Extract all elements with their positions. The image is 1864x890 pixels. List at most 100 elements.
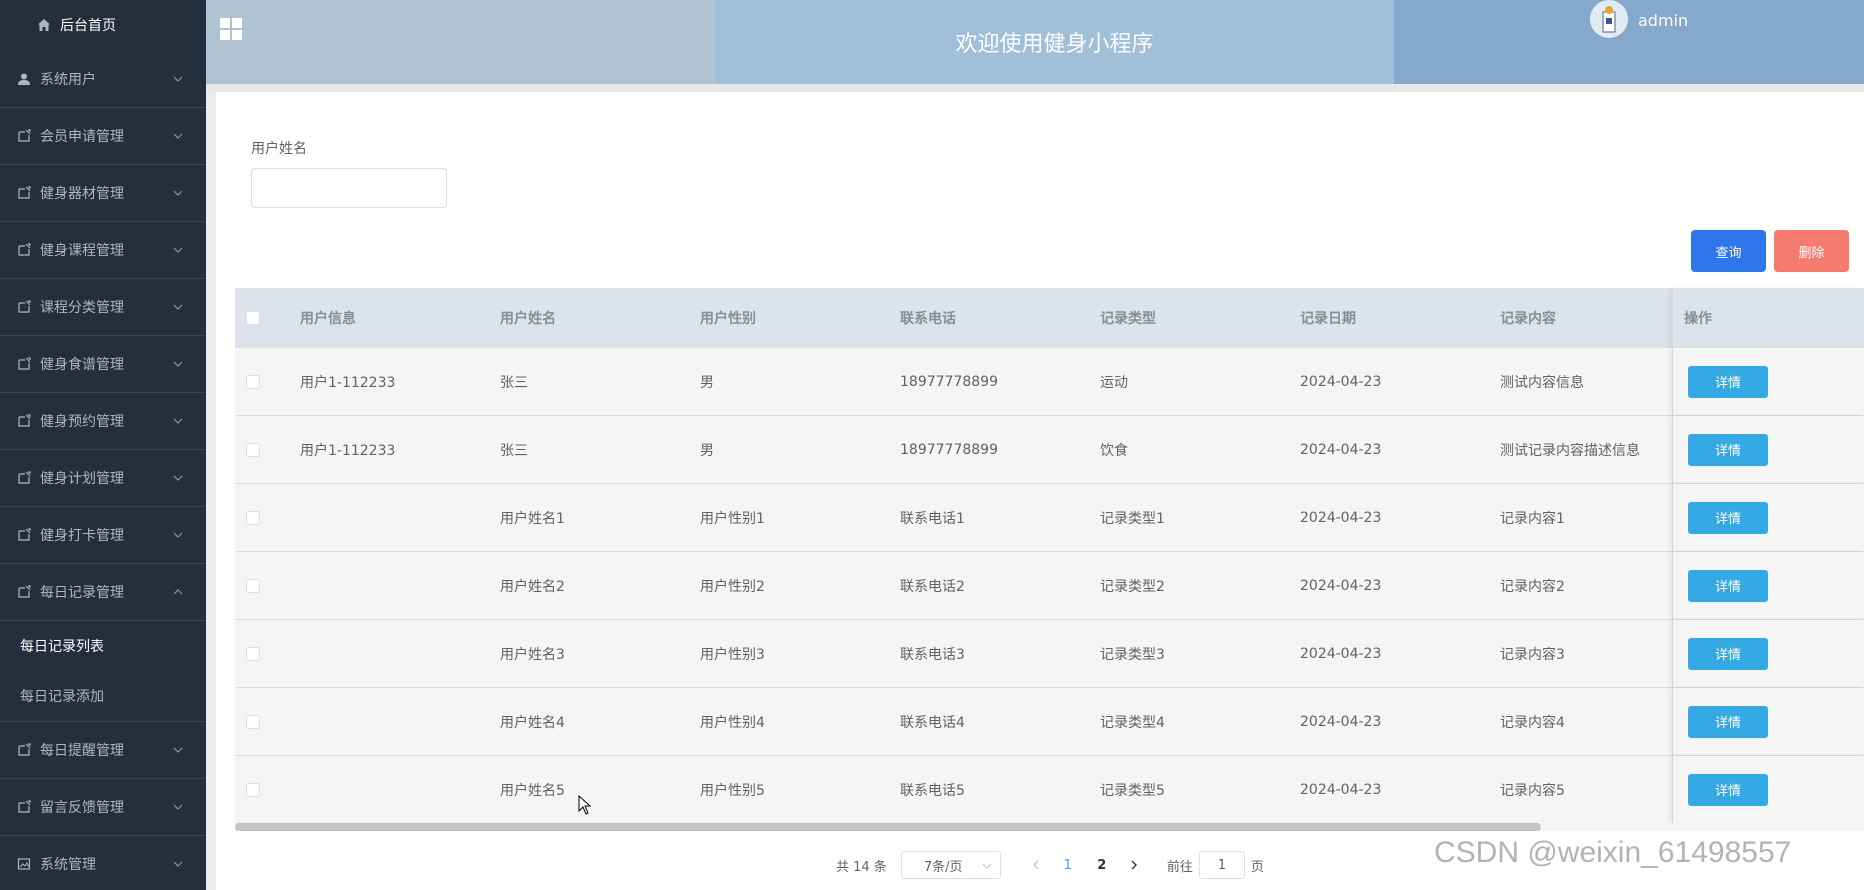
detail-button[interactable]: 详情 xyxy=(1688,433,1768,466)
sidebar-item[interactable]: 会员申请管理 xyxy=(0,108,206,165)
watermark: CSDN @weixin_61498557 xyxy=(1434,836,1792,869)
sidebar-item-label: 留言反馈管理 xyxy=(40,800,124,816)
sidebar-item[interactable]: 健身课程管理 xyxy=(0,222,206,279)
mouse-cursor-icon xyxy=(578,794,592,815)
folder-icon xyxy=(16,413,32,429)
sidebar-item[interactable]: 每日记录管理 xyxy=(0,564,206,621)
username-search-input[interactable] xyxy=(251,168,447,208)
sidebar-item[interactable]: 系统管理 xyxy=(0,836,206,890)
row-actions: 详情 xyxy=(1672,688,1864,755)
chevron-down-icon xyxy=(172,244,184,256)
username[interactable]: admin xyxy=(1638,11,1688,30)
sidebar-item[interactable]: 每日提醒管理 xyxy=(0,722,206,779)
chevron-down-icon xyxy=(172,130,184,142)
table-cell: 用户性别5 xyxy=(700,782,765,799)
sidebar-item-label: 系统管理 xyxy=(40,857,96,873)
sidebar-item-label: 健身打卡管理 xyxy=(40,528,124,544)
horizontal-scrollbar[interactable] xyxy=(235,823,1864,831)
sidebar-item[interactable]: 课程分类管理 xyxy=(0,279,206,336)
table-cell: 记录类型2 xyxy=(1100,578,1165,595)
table-cell: 用户姓名5 xyxy=(500,782,565,799)
sidebar-item[interactable]: 健身计划管理 xyxy=(0,450,206,507)
table-row: 用户1-112233 张三 男 18977778899 饮食 2024-04-23 测试记录… xyxy=(235,416,1864,484)
row-check-cell xyxy=(235,714,300,729)
table-cell: 记录内容4 xyxy=(1500,714,1565,731)
row-checkbox[interactable] xyxy=(246,578,260,593)
select-all-checkbox[interactable] xyxy=(246,311,260,325)
sidebar-item[interactable]: 系统用户 xyxy=(0,51,206,108)
table-cell: 用户姓名4 xyxy=(500,714,565,731)
sidebar-item-label: 系统用户 xyxy=(40,72,96,88)
detail-button[interactable]: 详情 xyxy=(1688,773,1768,806)
sidebar-item[interactable]: 健身打卡管理 xyxy=(0,507,206,564)
prev-page-icon[interactable] xyxy=(1021,851,1051,879)
column-header-actions: 操作 xyxy=(1672,288,1864,348)
chevron-down-icon xyxy=(172,529,184,541)
table-row: 用户姓名3 用户性别3 联系电话3 记录类型3 2024-04-23 记录内容3 详情 xyxy=(235,620,1864,688)
table-cell: 用户1-112233 xyxy=(300,442,396,459)
row-checkbox[interactable] xyxy=(246,510,260,525)
table-cell: 用户姓名1 xyxy=(500,510,565,527)
next-page-icon[interactable] xyxy=(1119,851,1149,879)
select-all-cell xyxy=(235,311,300,325)
sidebar-item[interactable]: 健身预约管理 xyxy=(0,393,206,450)
row-checkbox[interactable] xyxy=(246,714,260,729)
table-cell: 用户性别4 xyxy=(700,714,765,731)
detail-button[interactable]: 详情 xyxy=(1688,705,1768,738)
folder-icon xyxy=(16,799,32,815)
row-checkbox[interactable] xyxy=(246,442,260,457)
column-header: 联系电话 xyxy=(900,311,956,327)
row-checkbox[interactable] xyxy=(246,374,260,389)
detail-button[interactable]: 详情 xyxy=(1688,569,1768,602)
table-cell: 测试记录内容描述信息 xyxy=(1500,442,1640,459)
chevron-down-icon xyxy=(172,187,184,199)
sidebar-home[interactable]: 后台首页 xyxy=(0,0,206,50)
goto-prefix: 前往 xyxy=(1166,859,1193,875)
header-left xyxy=(206,0,715,84)
goto-page: 前往 1 页 xyxy=(1167,851,1264,879)
detail-button[interactable]: 详情 xyxy=(1688,501,1768,534)
table-cell: 2024-04-23 xyxy=(1300,509,1382,526)
chevron-down-icon xyxy=(172,301,184,313)
row-checkbox[interactable] xyxy=(246,782,260,797)
sidebar-subitem[interactable]: 每日记录列表 xyxy=(0,621,206,671)
table-cell: 男 xyxy=(700,374,714,391)
table-cell: 用户性别2 xyxy=(700,578,765,595)
sidebar-item[interactable]: 健身器材管理 xyxy=(0,165,206,222)
menu-toggle-icon[interactable] xyxy=(220,18,242,40)
sidebar-item-label: 健身预约管理 xyxy=(40,414,124,430)
row-check-cell xyxy=(235,578,300,593)
table-row: 用户姓名2 用户性别2 联系电话2 记录类型2 2024-04-23 记录内容2 详情 xyxy=(235,552,1864,620)
page-1[interactable]: 1 xyxy=(1051,851,1085,879)
table-cell: 记录类型4 xyxy=(1100,714,1165,731)
delete-button[interactable]: 删除 xyxy=(1774,230,1849,272)
header-divider xyxy=(206,84,1864,92)
sidebar-item[interactable]: 留言反馈管理 xyxy=(0,779,206,836)
query-button[interactable]: 查询 xyxy=(1691,230,1766,272)
detail-button[interactable]: 详情 xyxy=(1688,365,1768,398)
records-table: 用户信息 用户姓名 用户性别 联系电话 记录类型 记录日期 记录内容 操作 用户1-11223… xyxy=(235,288,1864,824)
table-cell: 联系电话4 xyxy=(900,714,965,731)
detail-button[interactable]: 详情 xyxy=(1688,637,1768,670)
page-2[interactable]: 2 xyxy=(1085,851,1119,879)
page-size-select[interactable]: 7条/页 xyxy=(900,851,1001,879)
folder-icon xyxy=(16,242,32,258)
table-cell: 运动 xyxy=(1100,374,1128,391)
table-row: 用户姓名4 用户性别4 联系电话4 记录类型4 2024-04-23 记录内容4 详情 xyxy=(235,688,1864,756)
avatar[interactable] xyxy=(1590,0,1628,38)
chevron-down-icon xyxy=(982,860,992,870)
chevron-down-icon xyxy=(172,858,184,870)
sidebar-subitem[interactable]: 每日记录添加 xyxy=(0,671,206,721)
row-check-cell xyxy=(235,510,300,525)
table-cell: 记录内容5 xyxy=(1500,782,1565,799)
row-actions: 详情 xyxy=(1672,620,1864,687)
row-checkbox[interactable] xyxy=(246,646,260,661)
sidebar-item[interactable]: 健身食谱管理 xyxy=(0,336,206,393)
table-cell: 18977778899 xyxy=(900,441,998,458)
scrollbar-thumb[interactable] xyxy=(235,823,1541,831)
goto-page-input[interactable]: 1 xyxy=(1198,851,1245,879)
table-cell: 饮食 xyxy=(1100,442,1128,459)
chevron-down-icon xyxy=(172,744,184,756)
table-cell: 记录内容3 xyxy=(1500,646,1565,663)
table-cell: 记录内容2 xyxy=(1500,578,1565,595)
